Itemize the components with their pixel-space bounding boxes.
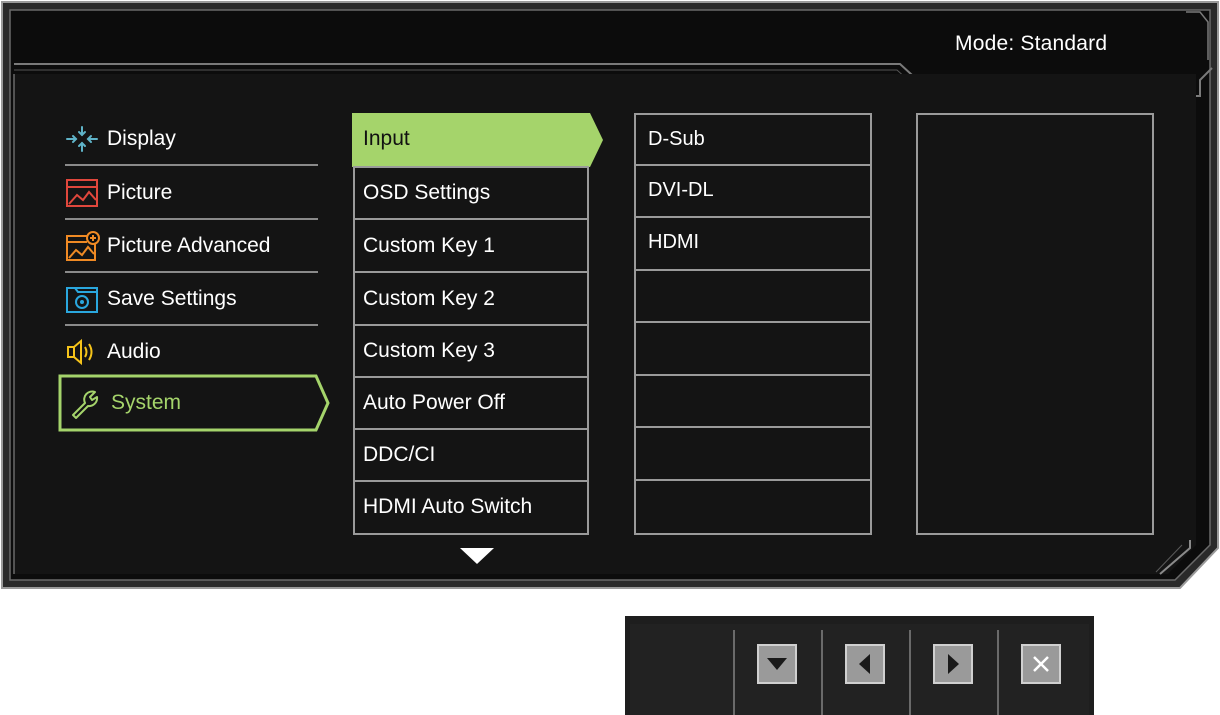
category-display[interactable]: Display <box>65 113 318 165</box>
submenu-label: Input <box>363 127 410 150</box>
osd-menu: Mode: Standard Display Picture Picture A… <box>0 0 1220 590</box>
scroll-down-icon[interactable] <box>460 548 494 564</box>
picture-advanced-icon <box>65 230 105 262</box>
option-empty <box>636 428 870 480</box>
submenu-item-input[interactable]: Input <box>353 113 589 165</box>
option-d-sub[interactable]: D-Sub <box>636 115 870 167</box>
submenu-label: Auto Power Off <box>363 391 506 414</box>
preview-panel <box>916 113 1154 535</box>
option-dvi-dl[interactable]: DVI-DL <box>636 166 870 218</box>
option-label: DVI-DL <box>648 179 714 201</box>
divider <box>997 630 999 715</box>
left-button[interactable] <box>845 644 885 684</box>
submenu-label: DDC/CI <box>363 443 436 466</box>
category-label: Picture <box>107 181 173 204</box>
option-empty <box>636 481 870 533</box>
option-empty <box>636 323 870 375</box>
option-hdmi[interactable]: HDMI <box>636 218 870 270</box>
divider <box>733 630 735 715</box>
category-system[interactable]: System <box>65 377 318 429</box>
category-label: Display <box>107 127 176 150</box>
save-settings-icon <box>65 283 105 315</box>
down-button[interactable] <box>757 644 797 684</box>
submenu-item-hdmi-auto-switch[interactable]: HDMI Auto Switch <box>353 481 589 533</box>
picture-mode-label: Mode: Standard <box>955 32 1108 55</box>
option-empty <box>636 376 870 428</box>
category-save-settings[interactable]: Save Settings <box>65 273 318 325</box>
submenu-item-custom-key-1[interactable]: Custom Key 1 <box>353 220 589 272</box>
picture-icon <box>65 177 105 209</box>
option-label: D-Sub <box>648 128 705 150</box>
category-label: System <box>111 391 182 414</box>
divider <box>821 630 823 715</box>
right-icon <box>948 654 959 674</box>
speaker-icon <box>65 336 105 368</box>
category-picture[interactable]: Picture <box>65 167 318 219</box>
wrench-icon <box>69 387 109 419</box>
divider <box>65 164 318 166</box>
submenu-label: Custom Key 2 <box>363 287 495 310</box>
submenu-item-ddc-ci[interactable]: DDC/CI <box>353 429 589 481</box>
control-key-bar <box>625 616 1094 715</box>
category-label: Picture Advanced <box>107 234 271 257</box>
category-audio[interactable]: Audio <box>65 326 318 378</box>
left-icon <box>859 654 870 674</box>
right-button[interactable] <box>933 644 973 684</box>
close-icon <box>1033 656 1049 672</box>
submenu-item-osd-settings[interactable]: OSD Settings <box>353 167 589 219</box>
option-empty <box>636 271 870 323</box>
submenu-item-auto-power-off[interactable]: Auto Power Off <box>353 377 589 429</box>
submenu-item-custom-key-2[interactable]: Custom Key 2 <box>353 273 589 325</box>
category-label: Save Settings <box>107 287 237 310</box>
submenu-item-custom-key-3[interactable]: Custom Key 3 <box>353 325 589 377</box>
option-label: HDMI <box>648 231 700 253</box>
category-picture-advanced[interactable]: Picture Advanced <box>65 220 318 272</box>
submenu-label: Custom Key 1 <box>363 234 495 257</box>
submenu-label: OSD Settings <box>363 181 491 204</box>
down-icon <box>767 658 787 670</box>
close-button[interactable] <box>1021 644 1061 684</box>
divider <box>909 630 911 715</box>
submenu-label: HDMI Auto Switch <box>363 495 533 518</box>
display-crosshair-icon <box>65 123 105 155</box>
submenu-label: Custom Key 3 <box>363 339 495 362</box>
category-label: Audio <box>107 340 161 363</box>
